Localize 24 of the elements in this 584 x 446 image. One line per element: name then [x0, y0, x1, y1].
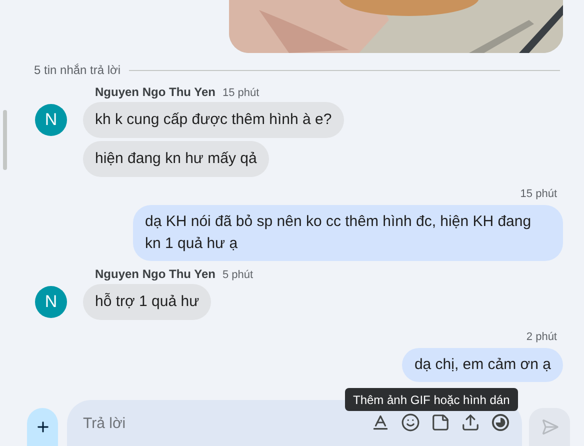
send-icon — [540, 418, 558, 436]
message-bubble: kh k cung cấp được thêm hình à e? — [83, 102, 344, 138]
message-time: 15 phút — [520, 187, 558, 201]
text-format-icon[interactable] — [371, 413, 390, 432]
sticker-icon[interactable] — [431, 413, 450, 432]
sender-name: Nguyen Ngo Thu Yen — [95, 85, 216, 99]
message-time: 5 phút — [222, 268, 254, 282]
avatar[interactable]: N — [35, 286, 67, 318]
plus-icon — [34, 419, 50, 435]
add-button[interactable] — [27, 408, 58, 446]
avatar[interactable]: N — [35, 104, 67, 136]
message-time: 15 phút — [222, 86, 260, 100]
message-bubble: hiện đang kn hư mấy qả — [83, 141, 269, 177]
circle-icon[interactable] — [491, 413, 510, 432]
emoji-icon[interactable] — [401, 413, 420, 432]
tooltip: Thêm ảnh GIF hoặc hình dán — [345, 388, 518, 411]
message-bubble: dạ KH nói đã bỏ sp nên ko cc thêm hình đc, hiện KH đang kn 1 quả hư ạ — [133, 205, 563, 261]
reply-count: 5 tin nhắn trả lời — [34, 62, 121, 79]
message-bubble: hỗ trợ 1 quả hư — [83, 284, 212, 320]
sender-name: Nguyen Ngo Thu Yen — [95, 267, 216, 281]
scrollbar[interactable] — [3, 110, 7, 170]
message-bubble: dạ chị, em cảm ơn ạ — [402, 348, 563, 382]
upload-icon[interactable] — [461, 413, 480, 432]
message-time: 2 phút — [526, 330, 558, 344]
